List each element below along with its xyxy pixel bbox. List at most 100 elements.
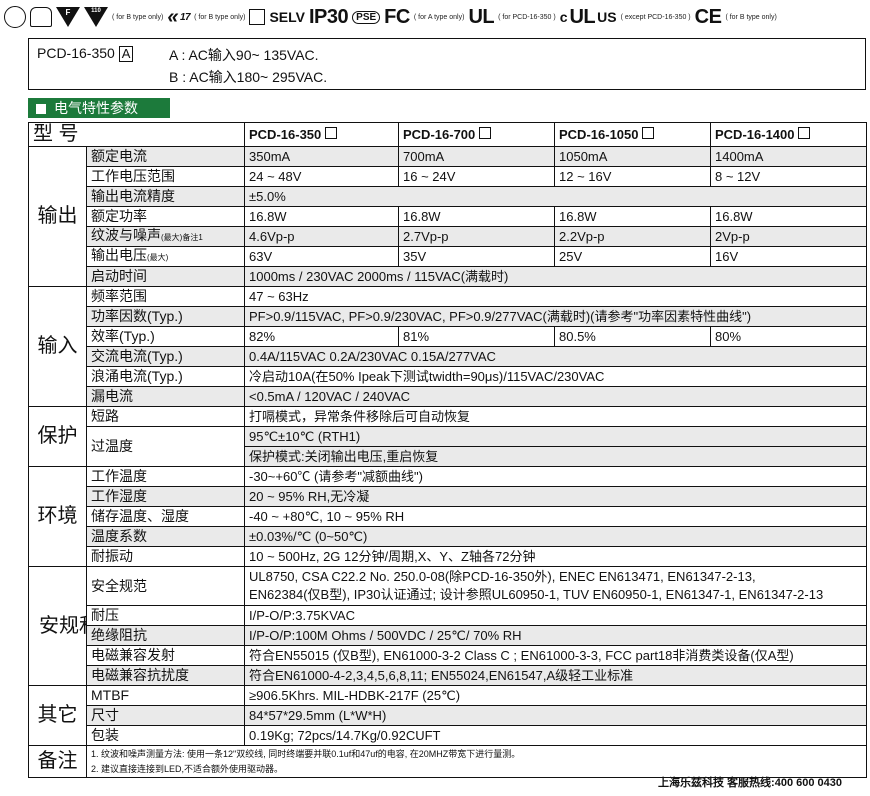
spec-value: 2Vp-p (710, 226, 867, 247)
spec-value: 24 ~ 48V (244, 166, 399, 187)
category-notes: 备注 (28, 745, 87, 778)
spec-label: 额定电流 (86, 146, 245, 167)
category-others: 其它 (28, 685, 87, 746)
notes-text: 1. 纹波和噪声测量方法: 使用一条12"双绞线, 同时终端要并联0.1uf和4… (86, 745, 867, 778)
cert-110-triangle-icon: 110 (84, 7, 108, 27)
spec-value: 8 ~ 12V (710, 166, 867, 187)
spec-label: 交流电流(Typ.) (86, 346, 245, 367)
cert-house-icon (30, 7, 52, 27)
model-header: PCD-16-350 (244, 122, 399, 147)
spec-label: 功率因数(Typ.) (86, 306, 245, 327)
spec-label: 短路 (86, 406, 245, 427)
spec-value: 12 ~ 16V (554, 166, 711, 187)
spec-label: 浪涌电流(Typ.) (86, 366, 245, 387)
cert-f-triangle-icon: F (56, 7, 80, 27)
spec-value: PF>0.9/115VAC, PF>0.9/230VAC, PF>0.9/277… (244, 306, 867, 327)
spec-label: 过温度 (86, 426, 245, 467)
spec-label: 额定功率 (86, 206, 245, 227)
spec-value: 符合EN61000-4-2,3,4,5,6,8,11; EN55024,EN61… (244, 665, 867, 686)
model-header: PCD-16-1050 (554, 122, 711, 147)
section-title: 电气特性参数 (28, 98, 170, 118)
spec-value: 25V (554, 246, 711, 267)
pcd16350-note: ( for PCD-16-350 ) (498, 13, 556, 21)
model-header: PCD-16-1400 (710, 122, 867, 147)
spec-value: 冷启动10A(在50% Ipeak下测试twidth=90μs)/115VAC/… (244, 366, 867, 387)
spec-value: 1400mA (710, 146, 867, 167)
input-range-a: A : AC输入90~ 135VAC. (169, 47, 319, 63)
spec-label: 工作电压范围 (86, 166, 245, 187)
spec-label: 尺寸 (86, 705, 245, 726)
spec-value: 16.8W (244, 206, 399, 227)
category-input: 输入 (28, 286, 87, 407)
hotline-text: 上海乐兹科技 客服热线:400 600 0430 (658, 777, 843, 789)
spec-value: I/P-O/P:3.75KVAC (244, 605, 867, 626)
input-range-b: B : AC输入180~ 295VAC. (169, 69, 328, 85)
spec-value: 0.19Kg; 72pcs/14.7Kg/0.92CUFT (244, 725, 867, 746)
spec-value: 80% (710, 326, 867, 347)
spec-label: 电磁兼容抗扰度 (86, 665, 245, 686)
cert-17-mark: «17 (167, 5, 191, 28)
spec-label: 温度系数 (86, 526, 245, 547)
spec-value: 16V (710, 246, 867, 267)
spec-value: 保护模式:关闭输出电压,重启恢复 (244, 446, 867, 467)
spec-value: 80.5% (554, 326, 711, 347)
spec-value: 16 ~ 24V (398, 166, 555, 187)
cul-mark: c UL US (559, 5, 617, 28)
spec-value: 符合EN55015 (仅B型), EN61000-3-2 Class C ; E… (244, 645, 867, 666)
spec-value: <0.5mA / 120VAC / 240VAC (244, 386, 867, 407)
spec-value: -40 ~ +80℃, 10 ~ 95% RH (244, 506, 867, 527)
model-info-box: PCD-16-350 A A : AC输入90~ 135VAC. B : AC输… (28, 38, 866, 90)
except-note: ( except PCD-16-350 ) (620, 13, 691, 21)
spec-value: 82% (244, 326, 399, 347)
spec-value: I/P-O/P:100M Ohms / 500VDC / 25℃/ 70% RH (244, 625, 867, 646)
spec-value: ±5.0% (244, 186, 867, 207)
model-code: PCD-16-350 A (37, 45, 134, 62)
fc-mark: FC (384, 5, 410, 28)
certification-bar: F 110 ( for B type only) «17 ( for B typ… (0, 0, 870, 34)
spec-label: 输出电流精度 (86, 186, 245, 207)
spec-value: 700mA (398, 146, 555, 167)
spec-value: 2.7Vp-p (398, 226, 555, 247)
square-bullet-icon (36, 104, 46, 114)
category-environment: 环境 (28, 466, 87, 567)
spec-value: 1050mA (554, 146, 711, 167)
spec-value: 350mA (244, 146, 399, 167)
pse-mark: PSE (352, 10, 381, 24)
spec-label: 储存温度、湿度 (86, 506, 245, 527)
spec-value: 20 ~ 95% RH,无冷凝 (244, 486, 867, 507)
cert-circle-icon (4, 6, 26, 28)
class2-square-icon (249, 9, 266, 25)
spec-value: 47 ~ 63Hz (244, 286, 867, 307)
category-safety-emc: 安规和电磁兼容 (28, 566, 87, 686)
spec-label: 效率(Typ.) (86, 326, 245, 347)
model-variant-box: A (118, 46, 134, 62)
spec-label: 纹波与噪声(最大)备注1 (86, 226, 245, 247)
spec-value: 16.8W (554, 206, 711, 227)
spec-label: 工作湿度 (86, 486, 245, 507)
spec-value: 2.2Vp-p (554, 226, 711, 247)
cert-b-type-note: ( for B type only) (112, 13, 164, 21)
spec-label: 启动时间 (86, 266, 245, 287)
cert-b-type-note-2: ( for B type only) (194, 13, 246, 21)
spec-value: 16.8W (398, 206, 555, 227)
category-output: 输出 (28, 146, 87, 287)
spec-label: 频率范围 (86, 286, 245, 307)
ip30-mark: IP30 (309, 5, 349, 28)
spec-value: 35V (398, 246, 555, 267)
spec-value: 63V (244, 246, 399, 267)
b-type-note-3: ( for B type only) (725, 13, 777, 21)
spec-label: 漏电流 (86, 386, 245, 407)
selv-mark: SELV (269, 9, 305, 25)
ul-mark: UL (468, 5, 495, 28)
category-protection: 保护 (28, 406, 87, 467)
spec-table: 型 号 PCD-16-350 PCD-16-700 PCD-16-1050 PC… (28, 122, 867, 778)
spec-label: MTBF (86, 685, 245, 706)
spec-value: UL8750, CSA C22.2 No. 250.0-08(除PCD-16-3… (244, 566, 867, 606)
spec-label: 耐压 (86, 605, 245, 626)
spec-label: 安全规范 (86, 566, 245, 606)
spec-value: ≥906.5Khrs. MIL-HDBK-217F (25℃) (244, 685, 867, 706)
spec-value: 10 ~ 500Hz, 2G 12分钟/周期,X、Y、Z轴各72分钟 (244, 546, 867, 567)
spec-value: 打嗝模式，异常条件移除后可自动恢复 (244, 406, 867, 427)
spec-value: 84*57*29.5mm (L*W*H) (244, 705, 867, 726)
spec-label: 耐振动 (86, 546, 245, 567)
